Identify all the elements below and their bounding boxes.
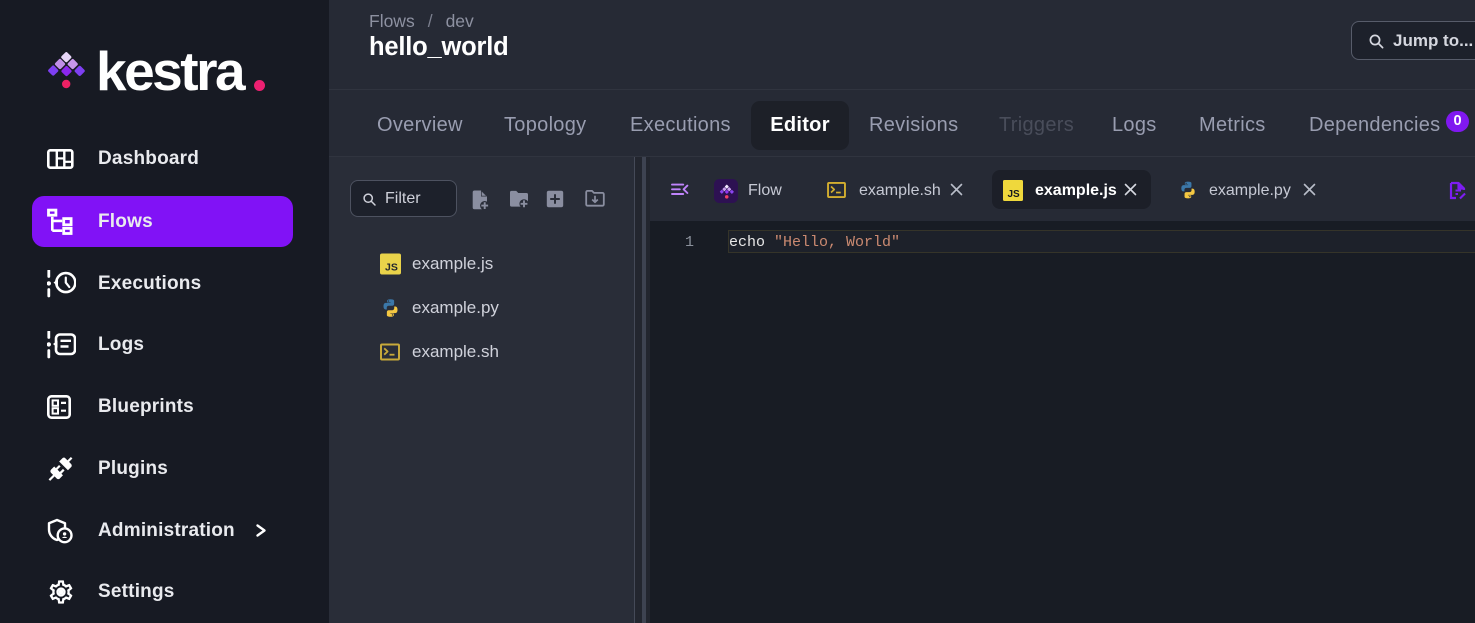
svg-text:JS: JS [1008, 189, 1021, 200]
svg-text:JS: JS [385, 262, 398, 274]
